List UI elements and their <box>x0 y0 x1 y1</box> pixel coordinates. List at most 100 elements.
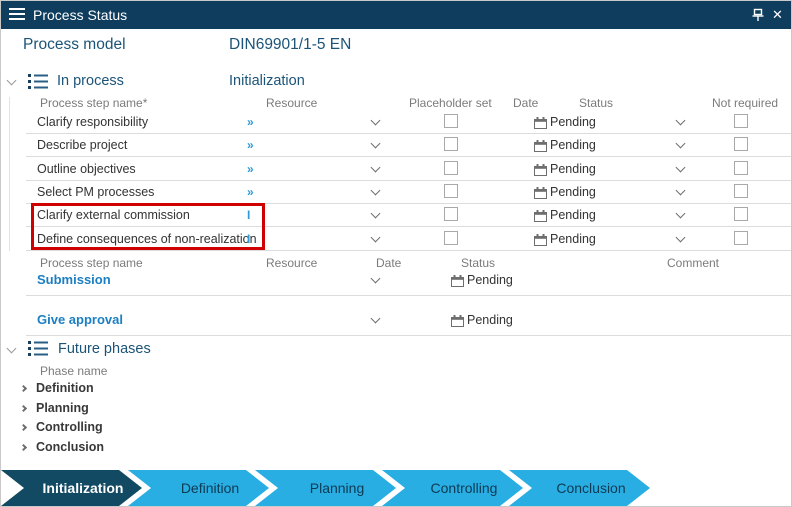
future-phases-list-icon <box>28 341 48 356</box>
phase-name: Conclusion <box>36 439 105 454</box>
titlebar: Process Status ✕ <box>1 1 791 29</box>
process-step-row: Clarify responsibility » Pending <box>26 111 791 134</box>
col-not-required: Not required <box>712 96 779 110</box>
expand-phase-icon[interactable] <box>19 404 28 412</box>
calendar-icon[interactable] <box>451 274 464 292</box>
expand-phase-icon[interactable] <box>19 423 28 432</box>
resource-dropdown-icon[interactable] <box>370 273 381 284</box>
status-value: Pending <box>467 273 513 287</box>
not-required-checkbox[interactable] <box>734 114 748 128</box>
col-phase-name: Phase name <box>40 364 108 378</box>
process-status-window: Process Status ✕ Process model DIN69901/… <box>0 0 792 507</box>
in-process-list-icon <box>28 74 48 89</box>
status-dropdown-icon[interactable] <box>675 162 686 173</box>
placeholder-checkbox[interactable] <box>444 230 458 245</box>
resource-indicator: » <box>247 115 254 129</box>
future-phase-row: Definition <box>1 381 301 400</box>
flow-step-definition[interactable]: Definition <box>128 470 269 506</box>
expand-phase-icon[interactable] <box>19 443 28 451</box>
process-flow: Initialization Definition Planning Controll… <box>1 470 791 506</box>
collapse-in-process-icon[interactable] <box>6 75 17 86</box>
future-phase-row: Conclusion <box>1 440 301 459</box>
status-dropdown-icon[interactable] <box>675 185 686 196</box>
resource-indicator: » <box>247 161 254 176</box>
status-value: Pending <box>550 208 596 223</box>
table-left-rule <box>9 97 10 251</box>
flow-step-conclusion[interactable]: Conclusion <box>509 470 650 506</box>
process-step-row: Describe project » Pending <box>26 134 791 158</box>
status-dropdown-icon[interactable] <box>675 232 686 242</box>
placeholder-checkbox[interactable] <box>444 207 458 222</box>
process-step-row: Clarify external commission I Pending <box>26 204 791 228</box>
resource-dropdown-icon[interactable] <box>370 313 381 324</box>
col-resource: Resource <box>266 96 318 110</box>
phase-name: Definition <box>36 381 94 395</box>
approval-step-link[interactable]: Submission <box>37 272 111 287</box>
flow-step-label: Definition <box>180 480 240 496</box>
placeholder-checkbox[interactable] <box>444 183 458 198</box>
resource-dropdown-icon[interactable] <box>370 232 381 242</box>
placeholder-checkbox[interactable] <box>444 137 458 152</box>
not-required-checkbox[interactable] <box>734 183 748 198</box>
placeholder-checkbox[interactable] <box>444 114 458 128</box>
resource-dropdown-icon[interactable] <box>370 208 381 219</box>
resource-indicator: I <box>247 208 251 223</box>
resource-dropdown-icon[interactable] <box>370 138 381 149</box>
status-dropdown-icon[interactable] <box>675 115 686 126</box>
in-process-phase: Initialization <box>229 73 305 89</box>
resource-dropdown-icon[interactable] <box>370 115 381 126</box>
flow-step-label: Planning <box>309 480 365 496</box>
col-date: Date <box>513 96 539 110</box>
status-value: Pending <box>550 115 596 129</box>
calendar-icon[interactable] <box>451 314 464 332</box>
flow-step-planning[interactable]: Planning <box>255 470 396 506</box>
calendar-icon[interactable] <box>534 116 547 134</box>
status-value: Pending <box>550 231 596 246</box>
step-name: Describe project <box>37 138 128 153</box>
section-future-phases-title: Future phases <box>58 341 151 357</box>
col-placeholder-set: Placeholder set <box>409 96 492 110</box>
status-value: Pending <box>467 313 513 327</box>
calendar-icon[interactable] <box>534 233 547 251</box>
resource-dropdown-icon[interactable] <box>370 185 381 196</box>
section-in-process-title: In process <box>57 73 124 89</box>
not-required-checkbox[interactable] <box>734 160 748 175</box>
calendar-icon[interactable] <box>534 139 547 157</box>
step-name: Define consequences of non-realization <box>37 231 257 246</box>
approval-step-link[interactable]: Give approval <box>37 312 123 327</box>
placeholder-checkbox[interactable] <box>444 160 458 175</box>
collapse-future-phases-icon[interactable] <box>6 343 17 354</box>
approval-step-row: Give approval Pending <box>26 307 791 336</box>
process-model-label: Process model <box>23 36 126 53</box>
future-phase-row: Controlling <box>1 420 301 439</box>
flow-step-initialization[interactable]: Initialization <box>1 470 142 506</box>
not-required-checkbox[interactable] <box>734 137 748 152</box>
status-dropdown-icon[interactable] <box>675 208 686 219</box>
col-process-step-name: Process step name* <box>40 96 148 110</box>
calendar-icon[interactable] <box>534 209 547 227</box>
flow-step-label: Controlling <box>430 480 498 496</box>
status-value: Pending <box>550 184 596 199</box>
pin-icon[interactable] <box>750 7 766 23</box>
process-step-row: Select PM processes » Pending <box>26 181 791 204</box>
resource-dropdown-icon[interactable] <box>370 162 381 173</box>
window-title: Process Status <box>33 7 128 23</box>
col-status: Status <box>579 96 614 110</box>
close-icon[interactable]: ✕ <box>772 6 783 24</box>
menu-icon[interactable] <box>9 8 25 22</box>
step-name: Clarify external commission <box>37 208 190 223</box>
not-required-checkbox[interactable] <box>734 207 748 222</box>
flow-step-label: Initialization <box>42 480 124 496</box>
status-dropdown-icon[interactable] <box>675 138 686 149</box>
future-phase-row: Planning <box>1 401 301 420</box>
status-value: Pending <box>550 138 596 153</box>
calendar-icon[interactable] <box>534 186 547 204</box>
phase-name: Planning <box>36 400 89 415</box>
flow-step-controlling[interactable]: Controlling <box>382 470 523 506</box>
flow-step-label: Conclusion <box>556 480 626 496</box>
resource-indicator: I <box>247 231 251 246</box>
calendar-icon[interactable] <box>534 163 547 181</box>
resource-indicator: » <box>247 184 254 199</box>
not-required-checkbox[interactable] <box>734 230 748 245</box>
expand-phase-icon[interactable] <box>19 384 28 393</box>
